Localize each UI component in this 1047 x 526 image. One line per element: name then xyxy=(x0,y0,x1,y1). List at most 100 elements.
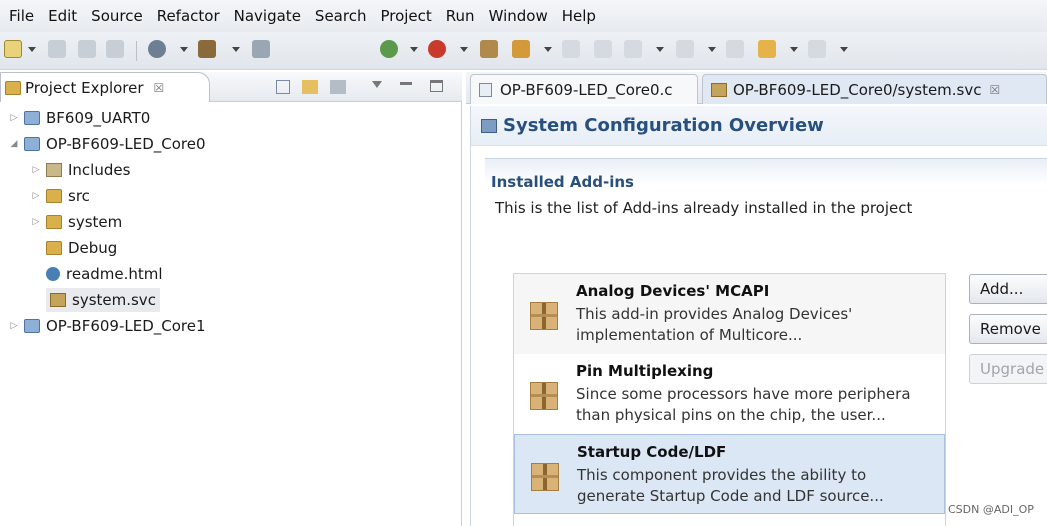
menu-help[interactable]: Help xyxy=(562,7,596,25)
print-icon[interactable] xyxy=(106,40,124,58)
menu-file[interactable]: File xyxy=(9,7,34,25)
expand-arrow-icon[interactable]: ▷ xyxy=(30,191,42,201)
project-folder-icon xyxy=(24,111,40,125)
tree-item[interactable]: ▷ Includes xyxy=(30,158,131,182)
editor-tab-bar: OP-BF609-LED_Core0.c OP-BF609-LED_Core0/… xyxy=(466,72,1047,104)
editor-area: OP-BF609-LED_Core0.c OP-BF609-LED_Core0/… xyxy=(466,72,1047,526)
main-toolbar xyxy=(0,32,1047,70)
hammer-build-icon[interactable] xyxy=(198,40,216,58)
menu-run[interactable]: Run xyxy=(446,7,475,25)
system-config-page: System Configuration Overview Installed … xyxy=(470,106,1047,526)
installed-addins-section: Installed Add-ins This is the list of Ad… xyxy=(485,158,1047,526)
close-icon[interactable]: ☒ xyxy=(990,83,1001,97)
run-dropdown-icon[interactable] xyxy=(460,45,468,53)
binary-icon[interactable] xyxy=(252,40,270,58)
view-menu-icon[interactable] xyxy=(372,81,382,88)
debug-bug-icon[interactable] xyxy=(380,40,398,58)
collapse-arrow-icon[interactable]: ◢ xyxy=(8,139,20,149)
filter-icon[interactable] xyxy=(330,80,346,94)
prev-annotation-dropdown-icon[interactable] xyxy=(708,45,716,53)
prev-annotation-icon[interactable] xyxy=(676,40,694,58)
addin-desc-line: than physical pins on the chip, the user… xyxy=(576,406,886,424)
addin-description: Since some processors have more peripher… xyxy=(576,384,936,426)
addins-list: Analog Devices' MCAPI This add-in provid… xyxy=(513,273,946,526)
addin-desc-line: implementation of Multicore... xyxy=(576,326,803,344)
tree-item[interactable]: ▷ BF609_UART0 xyxy=(8,106,151,130)
addin-desc-line: Since some processors have more peripher… xyxy=(576,385,911,403)
new-dropdown-icon[interactable] xyxy=(28,45,36,53)
tree-item-label: Includes xyxy=(68,161,131,179)
expand-arrow-icon[interactable]: ▷ xyxy=(30,217,42,227)
page-title: System Configuration Overview xyxy=(503,115,824,136)
tree-item[interactable]: ▷ system xyxy=(30,210,123,234)
pencil-icon[interactable] xyxy=(512,40,530,58)
tab-system-svc[interactable]: OP-BF609-LED_Core0/system.svc ☒ xyxy=(702,74,1047,104)
tab-project-explorer[interactable]: Project Explorer ☒ xyxy=(0,72,210,102)
close-icon[interactable]: ☒ xyxy=(154,81,165,95)
back-dropdown-icon[interactable] xyxy=(790,45,798,53)
folder-icon xyxy=(46,241,62,255)
list-item-selected[interactable]: Startup Code/LDF This component provides… xyxy=(514,434,945,514)
new-file-icon[interactable] xyxy=(4,40,22,58)
menu-source[interactable]: Source xyxy=(91,7,143,25)
last-edit-icon[interactable] xyxy=(726,40,744,58)
tree-item[interactable]: readme.html xyxy=(46,262,163,286)
tree-item[interactable]: ▷ OP-BF609-LED_Core1 xyxy=(8,314,206,338)
tab-label: OP-BF609-LED_Core0.c xyxy=(500,80,673,99)
tree-item[interactable]: ▷ src xyxy=(30,184,90,208)
tree-item[interactable]: Debug xyxy=(46,236,117,260)
tree-item-selected[interactable]: system.svc xyxy=(46,288,160,312)
expand-arrow-icon[interactable]: ▷ xyxy=(8,113,20,123)
run-icon[interactable] xyxy=(428,40,446,58)
tree-item-label: OP-BF609-LED_Core1 xyxy=(46,317,206,335)
source-folder-icon xyxy=(46,215,62,229)
menu-project[interactable]: Project xyxy=(380,7,431,25)
watermark: CSDN @ADI_OP xyxy=(948,503,1034,516)
remove-button[interactable]: Remove xyxy=(969,314,1047,344)
build-config-icon[interactable] xyxy=(148,40,166,58)
collapse-all-icon[interactable] xyxy=(276,80,290,94)
addin-desc-line: This component provides the ability to xyxy=(577,466,867,484)
save-all-icon[interactable] xyxy=(78,40,96,58)
menu-refactor[interactable]: Refactor xyxy=(157,7,220,25)
forward-arrow-icon[interactable] xyxy=(808,40,826,58)
pencil-dropdown-icon[interactable] xyxy=(544,45,552,53)
link-editor-icon[interactable] xyxy=(302,80,318,94)
menu-search[interactable]: Search xyxy=(315,7,367,25)
addin-description: This add-in provides Analog Devices' imp… xyxy=(576,304,936,346)
tab-core0-c[interactable]: OP-BF609-LED_Core0.c xyxy=(470,74,698,104)
add-button[interactable]: Add... xyxy=(969,274,1047,304)
maximize-icon[interactable] xyxy=(430,80,443,92)
package-icon xyxy=(530,382,558,410)
menu-window[interactable]: Window xyxy=(489,7,548,25)
addin-desc-line: generate Startup Code and LDF source... xyxy=(577,487,884,505)
list-item[interactable]: Analog Devices' MCAPI This add-in provid… xyxy=(514,274,945,354)
debug-dropdown-icon[interactable] xyxy=(410,45,418,53)
menu-bar: File Edit Source Refactor Navigate Searc… xyxy=(0,0,1047,32)
forward-dropdown-icon[interactable] xyxy=(840,45,848,53)
save-icon[interactable] xyxy=(48,40,66,58)
build-dropdown-icon[interactable] xyxy=(232,45,240,53)
menu-navigate[interactable]: Navigate xyxy=(234,7,301,25)
project-folder-icon xyxy=(24,137,40,151)
next-annotation-dropdown-icon[interactable] xyxy=(656,45,664,53)
open-type-icon[interactable] xyxy=(480,40,498,58)
section-description: This is the list of Add-ins already inst… xyxy=(495,199,913,217)
package-icon xyxy=(530,302,558,330)
section-heading[interactable]: Installed Add-ins xyxy=(491,173,634,191)
tree-item-label: readme.html xyxy=(66,265,163,283)
expand-arrow-icon[interactable]: ▷ xyxy=(8,321,20,331)
upgrade-button[interactable]: Upgrade xyxy=(969,354,1047,384)
addin-description: This component provides the ability to g… xyxy=(577,465,937,507)
list-item[interactable]: Pin Multiplexing Since some processors h… xyxy=(514,354,945,434)
minimize-icon[interactable] xyxy=(400,82,412,85)
expand-arrow-icon[interactable]: ▷ xyxy=(30,165,42,175)
menu-edit[interactable]: Edit xyxy=(48,7,77,25)
mark-icon[interactable] xyxy=(594,40,612,58)
build-config-dropdown-icon[interactable] xyxy=(180,45,188,53)
tree-item[interactable]: ◢ OP-BF609-LED_Core0 xyxy=(8,132,206,156)
next-annotation-icon[interactable] xyxy=(624,40,642,58)
back-arrow-icon[interactable] xyxy=(758,40,776,58)
tree-item-label: BF609_UART0 xyxy=(46,109,151,127)
toggle-icon[interactable] xyxy=(562,40,580,58)
